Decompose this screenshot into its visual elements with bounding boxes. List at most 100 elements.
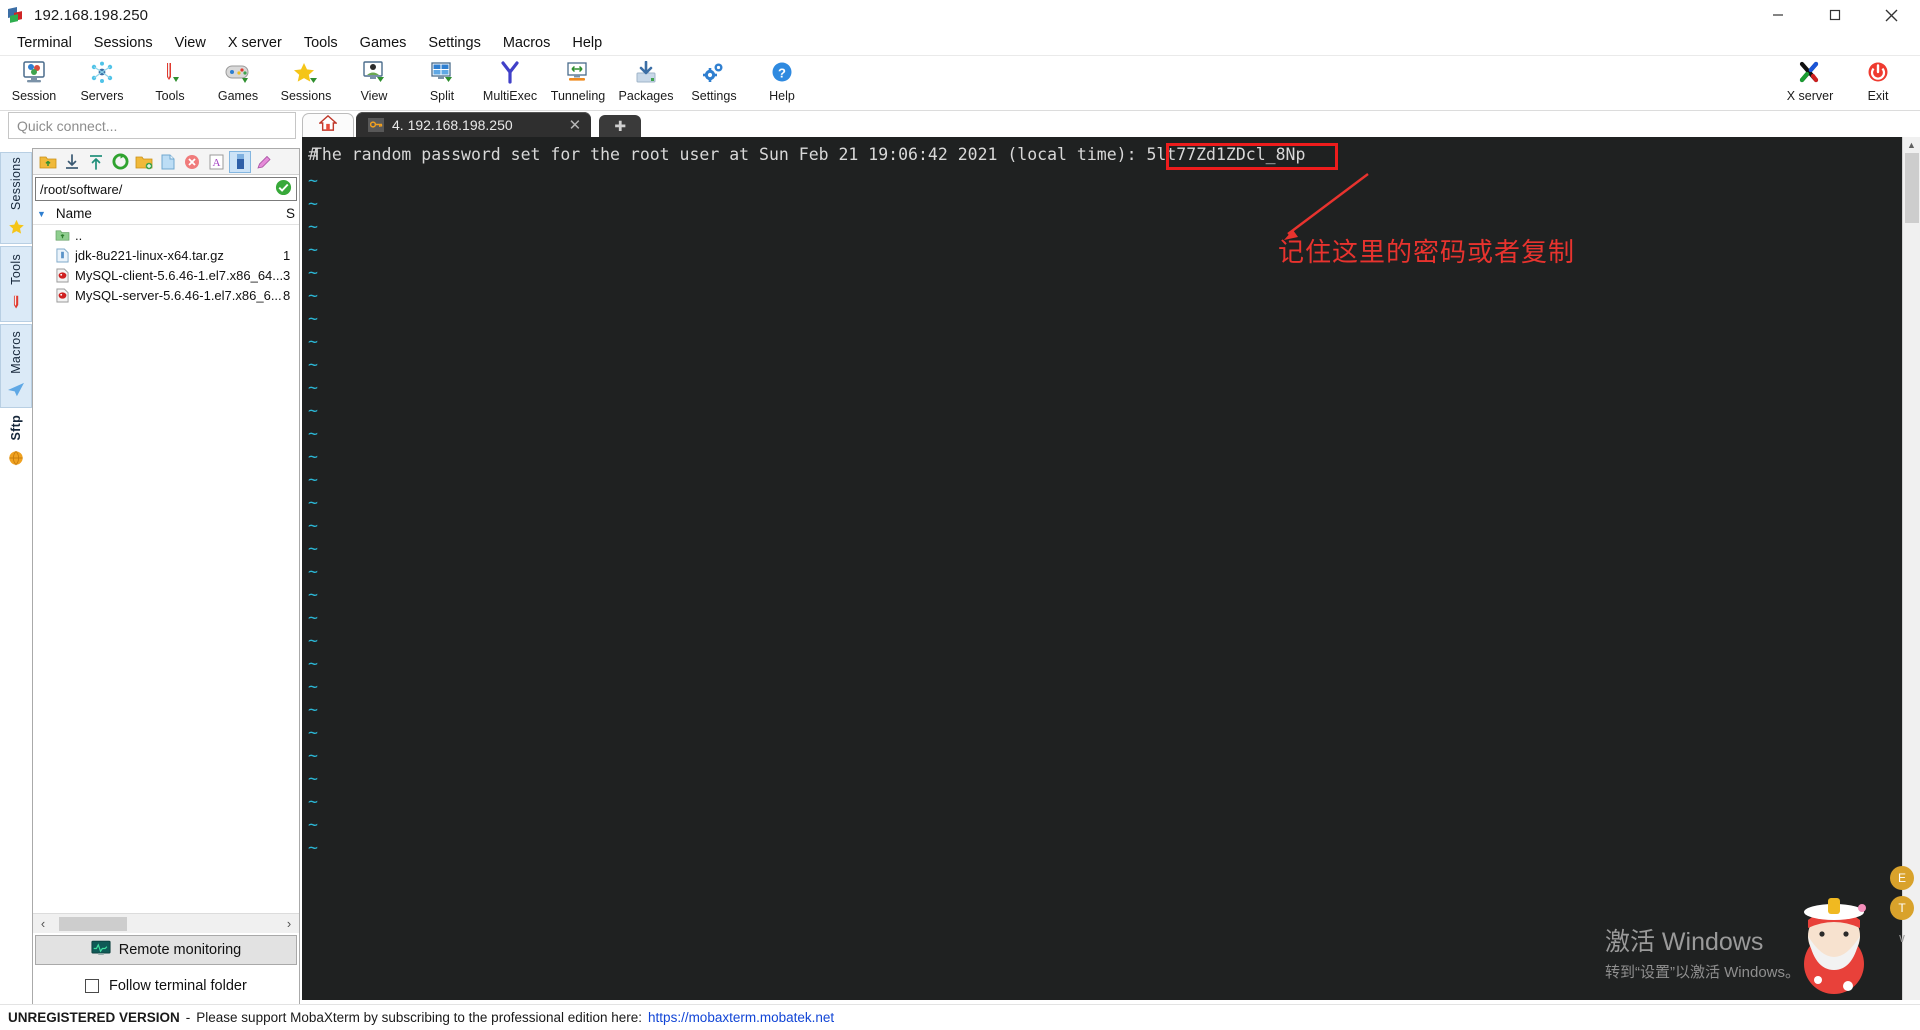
quick-connect-input[interactable]: Quick connect... bbox=[8, 112, 296, 139]
list-item-size: 8 bbox=[283, 287, 291, 303]
sidebar-item-sftp[interactable]: Sftp bbox=[0, 410, 32, 474]
sftp-horizontal-scrollbar[interactable]: ‹ › bbox=[33, 913, 299, 933]
toolbar-tools[interactable]: Tools bbox=[136, 56, 204, 110]
menu-sessions[interactable]: Sessions bbox=[83, 33, 164, 53]
toolbar-sessions[interactable]: Sessions bbox=[272, 56, 340, 110]
parent-folder-icon[interactable] bbox=[37, 151, 59, 173]
toolbar-view-label: View bbox=[360, 89, 388, 103]
side-icon-e[interactable]: E bbox=[1890, 866, 1914, 890]
chevron-down-icon[interactable]: ∨ bbox=[1890, 926, 1914, 950]
list-item[interactable]: jdk-8u221-linux-x64.tar.gz 1 bbox=[33, 245, 299, 265]
sftp-column-size[interactable]: S bbox=[286, 206, 295, 221]
terminal-password: 5lt77Zd1ZDcl_8Np bbox=[1146, 145, 1306, 164]
list-item[interactable]: MySQL-server-5.6.46-1.el7.x86_6... 8 bbox=[33, 285, 299, 305]
toolbar-tunneling-label: Tunneling bbox=[550, 89, 606, 103]
star-icon bbox=[292, 59, 320, 87]
menu-help[interactable]: Help bbox=[561, 33, 613, 53]
svg-text:?: ? bbox=[778, 66, 786, 81]
menu-games[interactable]: Games bbox=[349, 33, 418, 53]
terminal-output[interactable]: # The random password set for the root u… bbox=[302, 137, 1902, 1000]
toolbar-multiexec-label: MultiExec bbox=[482, 89, 538, 103]
sort-desc-icon[interactable]: ▼ bbox=[37, 209, 46, 219]
follow-terminal-folder-label: Follow terminal folder bbox=[109, 978, 247, 994]
sidebar-item-macros[interactable]: Macros bbox=[0, 324, 32, 408]
delete-icon[interactable] bbox=[181, 151, 203, 173]
scroll-up-arrow-icon[interactable]: ▲ bbox=[1903, 137, 1920, 153]
multiexec-fork-icon bbox=[497, 59, 523, 87]
tools-knife-icon bbox=[157, 59, 183, 87]
menu-settings[interactable]: Settings bbox=[417, 33, 491, 53]
refresh-icon[interactable] bbox=[109, 151, 131, 173]
toolbar-settings[interactable]: Settings bbox=[680, 56, 748, 110]
menu-view[interactable]: View bbox=[164, 33, 217, 53]
sftp-globe-icon bbox=[8, 450, 24, 471]
list-item[interactable]: MySQL-client-5.6.46-1.el7.x86_64... 3 bbox=[33, 265, 299, 285]
maximize-button[interactable] bbox=[1806, 0, 1863, 30]
upload-icon[interactable] bbox=[85, 151, 107, 173]
list-item[interactable]: .. bbox=[33, 225, 299, 245]
toolbar-servers[interactable]: Servers bbox=[68, 56, 136, 110]
close-button[interactable] bbox=[1863, 0, 1920, 30]
list-item-name: MySQL-server-5.6.46-1.el7.x86_6... bbox=[75, 287, 282, 303]
menu-bar: Terminal Sessions View X server Tools Ga… bbox=[0, 30, 1920, 55]
terminal-tilde-column: ~ ~ ~ ~ ~ ~ ~ ~ ~ ~ ~ ~ ~ ~ ~ ~ ~ ~ ~ ~ ~ ~ ~ ~ ~ ~ ~ ~ ~ ~ bbox=[308, 171, 318, 857]
follow-terminal-folder-checkbox[interactable] bbox=[85, 979, 99, 993]
menu-macros[interactable]: Macros bbox=[492, 33, 562, 53]
home-tab[interactable] bbox=[302, 113, 354, 137]
sidebar-item-sftp-label: Sftp bbox=[9, 415, 23, 441]
remote-monitoring-button[interactable]: Remote monitoring bbox=[35, 935, 297, 965]
toolbar-exit[interactable]: Exit bbox=[1844, 56, 1912, 110]
toolbar-sessions-label: Sessions bbox=[280, 89, 332, 103]
scroll-left-arrow-icon[interactable]: ‹ bbox=[35, 916, 51, 931]
toolbar-view[interactable]: View bbox=[340, 56, 408, 110]
side-icon-shirt[interactable]: T bbox=[1890, 896, 1914, 920]
sftp-column-name[interactable]: Name bbox=[56, 206, 92, 221]
toolbar-packages[interactable]: Packages bbox=[612, 56, 680, 110]
terminal-scrollbar-thumb[interactable] bbox=[1905, 153, 1919, 223]
list-item-name: jdk-8u221-linux-x64.tar.gz bbox=[75, 247, 224, 263]
toolbar-tunneling[interactable]: Tunneling bbox=[544, 56, 612, 110]
sidebar-item-sessions[interactable]: Sessions bbox=[0, 152, 32, 244]
menu-terminal[interactable]: Terminal bbox=[6, 33, 83, 53]
macros-paperplane-icon bbox=[7, 382, 25, 403]
toolbar-games[interactable]: Games bbox=[204, 56, 272, 110]
edit-pencil-icon[interactable] bbox=[253, 151, 275, 173]
scrollbar-thumb[interactable] bbox=[59, 916, 127, 931]
monitor-graph-icon bbox=[91, 940, 111, 961]
minimize-button[interactable] bbox=[1749, 0, 1806, 30]
toolbar-multiexec[interactable]: MultiExec bbox=[476, 56, 544, 110]
new-tab-button[interactable]: ✚ bbox=[599, 115, 642, 137]
close-icon[interactable]: ✕ bbox=[569, 116, 582, 134]
remote-monitoring-label: Remote monitoring bbox=[118, 942, 242, 958]
sftp-toolbar: A bbox=[33, 149, 299, 175]
help-question-icon: ? bbox=[769, 59, 795, 87]
menu-tools[interactable]: Tools bbox=[293, 33, 349, 53]
main-toolbar: Session Servers Tools Games Sessions Vie… bbox=[0, 55, 1920, 111]
list-item-size: 1 bbox=[283, 247, 291, 263]
menu-x-server[interactable]: X server bbox=[217, 33, 293, 53]
window-controls bbox=[1749, 0, 1920, 30]
toolbar-x-server[interactable]: X server bbox=[1776, 56, 1844, 110]
servers-icon bbox=[89, 59, 115, 87]
floating-side-icons: E T ∨ bbox=[1890, 866, 1914, 950]
new-file-icon[interactable] bbox=[157, 151, 179, 173]
toolbar-split[interactable]: Split bbox=[408, 56, 476, 110]
sftp-path-bar[interactable]: /root/software/ bbox=[35, 177, 297, 201]
download-icon[interactable] bbox=[61, 151, 83, 173]
new-folder-icon[interactable] bbox=[133, 151, 155, 173]
toolbar-split-label: Split bbox=[429, 89, 455, 103]
scroll-right-arrow-icon[interactable]: › bbox=[281, 916, 297, 931]
unregistered-label: UNREGISTERED VERSION bbox=[8, 1010, 180, 1025]
toolbar-session[interactable]: Session bbox=[0, 56, 68, 110]
list-item-size: 3 bbox=[283, 267, 291, 283]
toolbar-help[interactable]: ? Help bbox=[748, 56, 816, 110]
split-screen-icon bbox=[428, 59, 456, 87]
follow-terminal-folder-row[interactable]: Follow terminal folder bbox=[35, 969, 297, 1003]
mobaxterm-link[interactable]: https://mobaxterm.mobatek.net bbox=[648, 1010, 834, 1025]
binary-mode-icon[interactable] bbox=[229, 150, 251, 173]
title-bar: 192.168.198.250 bbox=[0, 0, 1920, 30]
toolbar-games-label: Games bbox=[217, 89, 259, 103]
sidebar-item-tools[interactable]: Tools bbox=[0, 246, 32, 322]
text-mode-icon[interactable]: A bbox=[205, 151, 227, 173]
session-tab[interactable]: 4. 192.168.198.250 ✕ bbox=[356, 112, 592, 137]
